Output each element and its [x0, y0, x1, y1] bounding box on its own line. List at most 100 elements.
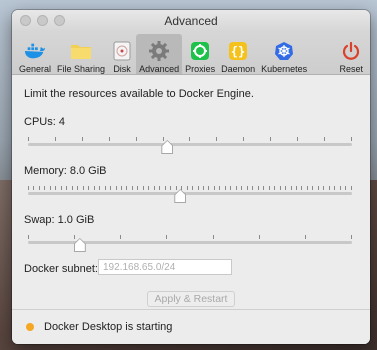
status-text: Docker Desktop is starting	[44, 321, 173, 333]
slider-tick	[290, 186, 292, 190]
slider-tick	[164, 186, 166, 190]
slider-tick	[306, 186, 308, 190]
slider-tick	[317, 186, 319, 190]
slider-tick	[213, 186, 215, 190]
status-indicator	[26, 323, 34, 331]
cpus-slider[interactable]	[28, 137, 352, 157]
slider-tick	[148, 186, 150, 190]
slider-tick	[243, 137, 245, 141]
slider-tick	[74, 235, 76, 239]
proxies-icon	[189, 40, 211, 62]
slider-tick	[295, 186, 297, 190]
preferences-window: Advanced General File Sharing Disk Advan…	[12, 10, 370, 344]
slider-tick	[230, 186, 232, 190]
slider-tick	[189, 137, 191, 141]
slider-tick	[49, 186, 51, 190]
memory-ticks	[28, 186, 352, 190]
slider-tick	[82, 186, 84, 190]
slider-tick	[328, 186, 330, 190]
slider-tick	[126, 186, 128, 190]
slider-tick	[345, 186, 347, 190]
swap-label: Swap: 1.0 GiB	[24, 214, 95, 226]
docker-whale-icon	[24, 40, 46, 62]
slider-tick	[285, 186, 287, 190]
slider-tick	[131, 186, 133, 190]
slider-tick	[274, 186, 276, 190]
title-bar: Advanced	[12, 10, 370, 32]
tab-disk-label: Disk	[113, 64, 131, 74]
slider-tick	[192, 186, 194, 190]
tab-proxies-label: Proxies	[185, 64, 216, 74]
folder-icon	[70, 40, 92, 62]
slider-tick	[153, 186, 155, 190]
slider-tick	[279, 186, 281, 190]
intro-text: Limit the resources available to Docker …	[24, 88, 254, 100]
reset-button[interactable]: Reset	[336, 34, 366, 74]
docker-subnet-label: Docker subnet:	[24, 263, 98, 275]
daemon-braces-icon: {}	[227, 40, 249, 62]
tab-disk[interactable]: Disk	[108, 34, 136, 74]
slider-tick	[104, 186, 106, 190]
slider-tick	[350, 235, 352, 239]
swap-slider[interactable]	[28, 235, 352, 255]
tab-daemon[interactable]: {} Daemon	[218, 34, 258, 74]
slider-tick	[81, 137, 83, 141]
slider-tick	[159, 186, 161, 190]
tab-file-sharing-label: File Sharing	[57, 64, 106, 74]
gear-icon	[148, 40, 170, 62]
slider-tick	[304, 235, 306, 239]
tab-general[interactable]: General	[16, 34, 54, 74]
slider-tick	[170, 186, 172, 190]
tab-advanced[interactable]: Advanced	[136, 34, 183, 74]
apply-restart-button[interactable]: Apply & Restart	[147, 291, 235, 307]
slider-tick	[268, 186, 270, 190]
slider-tick	[135, 137, 137, 141]
status-bar: Docker Desktop is starting	[12, 309, 370, 344]
slider-tick	[323, 137, 325, 141]
slider-tick	[212, 235, 214, 239]
slider-tick	[350, 137, 352, 141]
slider-tick	[203, 186, 204, 190]
slider-tick	[241, 186, 243, 190]
slider-tick	[186, 186, 188, 190]
slider-tick	[110, 186, 112, 190]
slider-tick	[297, 137, 299, 141]
svg-text:{}: {}	[231, 45, 245, 59]
slider-tick	[120, 235, 122, 239]
cpus-label: CPUs: 4	[24, 116, 65, 128]
slider-tick	[38, 186, 40, 190]
docker-subnet-field[interactable]: 192.168.65.0/24	[98, 259, 232, 275]
tab-proxies[interactable]: Proxies	[182, 34, 218, 74]
slider-tick	[219, 186, 221, 190]
slider-tick	[66, 186, 68, 190]
advanced-pane: Limit the resources available to Docker …	[12, 75, 370, 307]
slider-tick	[270, 137, 272, 141]
tab-file-sharing[interactable]: File Sharing	[54, 34, 108, 74]
cpus-ticks	[28, 137, 352, 141]
memory-slider[interactable]	[28, 186, 352, 206]
slider-tick	[334, 186, 336, 190]
slider-tick	[263, 186, 265, 190]
tab-kubernetes[interactable]: Kubernetes	[258, 34, 310, 74]
slider-tick	[60, 186, 62, 190]
slider-tick	[33, 186, 35, 190]
slider-tick	[99, 186, 101, 190]
cpus-track	[28, 143, 352, 146]
slider-tick	[257, 186, 259, 190]
slider-tick	[108, 137, 110, 141]
slider-tick	[28, 186, 29, 190]
slider-tick	[115, 186, 117, 190]
slider-tick	[312, 186, 314, 190]
slider-tick	[350, 186, 352, 190]
slider-tick	[181, 186, 183, 190]
slider-tick	[28, 235, 29, 239]
kubernetes-icon	[273, 40, 295, 62]
tab-general-label: General	[19, 64, 52, 74]
slider-tick	[235, 186, 237, 190]
slider-tick	[323, 186, 325, 190]
slider-tick	[28, 137, 29, 141]
slider-tick	[224, 186, 226, 190]
slider-tick	[252, 186, 254, 190]
slider-tick	[162, 137, 164, 141]
slider-tick	[120, 186, 122, 190]
